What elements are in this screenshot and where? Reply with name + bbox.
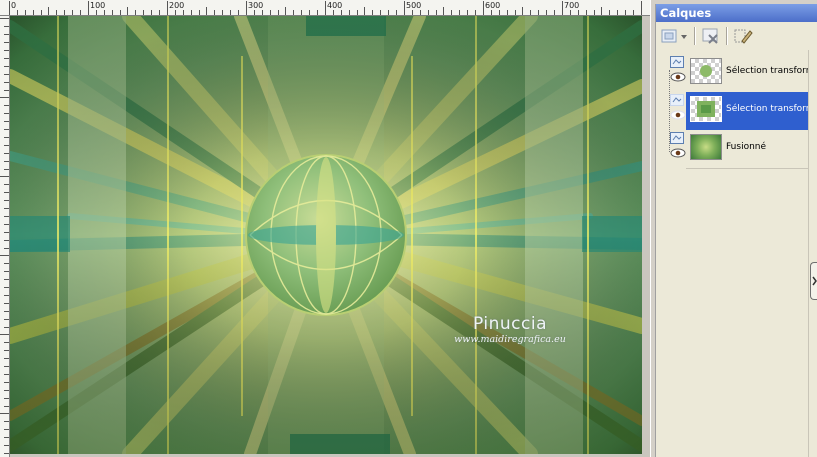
- panel-collapse-handle[interactable]: [810, 262, 817, 300]
- eye-icon[interactable]: [670, 72, 686, 82]
- new-layer-dropdown-button[interactable]: [660, 26, 690, 46]
- ruler-label-500: 500: [406, 1, 422, 10]
- ruler-label-700: 700: [564, 1, 580, 10]
- pencil-icon: [734, 29, 753, 44]
- ruler-tick: [167, 1, 168, 15]
- ruler-tick: [562, 1, 563, 15]
- circle-thumbnail: [700, 65, 712, 77]
- edit-selection-button[interactable]: [732, 26, 754, 46]
- zoom-blur-artwork: [10, 16, 642, 454]
- image-editor-area: 0 100 200 300 400 500 600 700 Pinuccia w…: [0, 0, 650, 457]
- vertical-ruler: [0, 16, 10, 457]
- layer-row-3[interactable]: Fusionné: [670, 130, 808, 169]
- ruler-tick: [404, 1, 405, 15]
- square-thumbnail: [697, 101, 715, 117]
- new-layer-icon: [661, 29, 687, 43]
- image-canvas[interactable]: Pinuccia www.maidiregrafica.eu: [10, 16, 642, 454]
- ruler-label-100: 100: [90, 1, 106, 10]
- raster-layer-icon: [670, 132, 684, 144]
- raster-layer-icon: [670, 56, 684, 68]
- eye-icon[interactable]: [670, 148, 686, 158]
- layers-panel: Calques Sélection transforme Sélection t…: [655, 4, 817, 457]
- layer-thumbnail: [690, 96, 722, 122]
- chevron-right-icon: [812, 276, 817, 286]
- layers-scrollbar[interactable]: [808, 50, 817, 457]
- ruler-label-300: 300: [248, 1, 264, 10]
- watermark-name: Pinuccia: [473, 314, 547, 334]
- layer-thumbnail: [690, 58, 722, 84]
- layer-row-2[interactable]: Sélection transforme: [670, 92, 817, 131]
- layer-name: Sélection transforme: [726, 104, 817, 114]
- watermark-url: www.maidiregrafica.eu: [454, 334, 566, 345]
- ruler-label-400: 400: [327, 1, 343, 10]
- ruler-tick: [641, 1, 642, 15]
- layers-list: Sélection transforme Sélection transform…: [656, 50, 817, 457]
- ruler-tick: [483, 1, 484, 15]
- delete-layer-icon: [702, 28, 718, 44]
- sphere: [245, 154, 407, 316]
- ruler-label-200: 200: [169, 1, 185, 10]
- horizontal-ruler: 0 100 200 300 400 500 600 700: [0, 0, 650, 16]
- layer-name: Sélection transforme: [726, 66, 817, 76]
- ruler-label-600: 600: [485, 1, 501, 10]
- ruler-tick: [88, 1, 89, 15]
- layer-name: Fusionné: [726, 142, 767, 152]
- watermark: Pinuccia www.maidiregrafica.eu: [440, 314, 580, 346]
- delete-layer-button[interactable]: [700, 26, 722, 46]
- ruler-tick: [9, 1, 10, 15]
- ruler-tick: [246, 1, 247, 15]
- layers-toolbar: [656, 22, 817, 51]
- ruler-label-0: 0: [11, 1, 17, 10]
- layer-thumbnail: [690, 134, 722, 160]
- raster-layer-icon: [670, 94, 684, 106]
- eye-icon[interactable]: [670, 110, 686, 120]
- layer-row-1[interactable]: Sélection transforme: [670, 54, 817, 93]
- panel-title: Calques: [656, 4, 817, 22]
- ruler-tick: [325, 1, 326, 15]
